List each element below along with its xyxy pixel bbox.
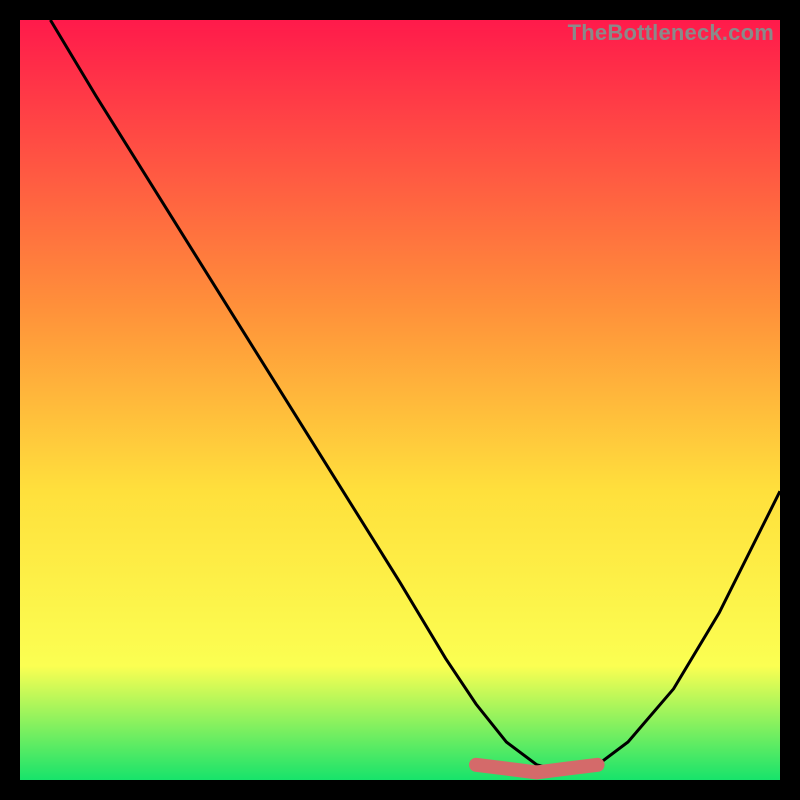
watermark-label: TheBottleneck.com [568,20,774,46]
gradient-background [20,20,780,780]
flat-minimum-path [476,765,598,773]
flat-minimum-marker [476,765,598,773]
chart-svg [20,20,780,780]
chart-frame: TheBottleneck.com [20,20,780,780]
